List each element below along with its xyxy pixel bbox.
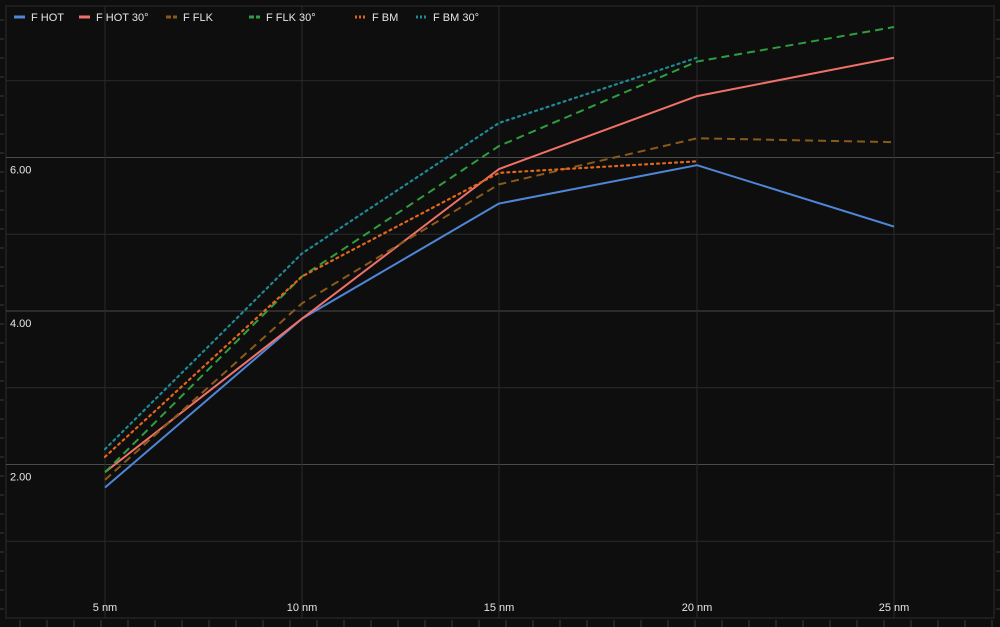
y-tick-label: 4.00 <box>10 318 31 330</box>
legend-label: F BM <box>372 12 398 24</box>
y-tick-label: 2.00 <box>10 472 31 484</box>
legend-label: F HOT <box>31 12 64 24</box>
x-tick-label: 5 nm <box>93 602 117 614</box>
y-tick-label: 6.00 <box>10 165 31 177</box>
x-tick-label: 20 nm <box>682 602 713 614</box>
x-tick-label: 25 nm <box>879 602 910 614</box>
x-tick-label: 10 nm <box>287 602 318 614</box>
legend-label: F BM 30° <box>433 12 479 24</box>
chart-background <box>0 0 1000 627</box>
chart-canvas: 2.00 4.00 6.00 5 nm 10 nm 15 nm 20 nm 25 nm F H… <box>0 0 1000 627</box>
x-tick-label: 15 nm <box>484 602 515 614</box>
legend-label: F HOT 30° <box>96 12 149 24</box>
legend-label: F FLK <box>183 12 214 24</box>
legend-label: F FLK 30° <box>266 12 316 24</box>
line-chart: 2.00 4.00 6.00 5 nm 10 nm 15 nm 20 nm 25 nm F H… <box>0 0 1000 627</box>
